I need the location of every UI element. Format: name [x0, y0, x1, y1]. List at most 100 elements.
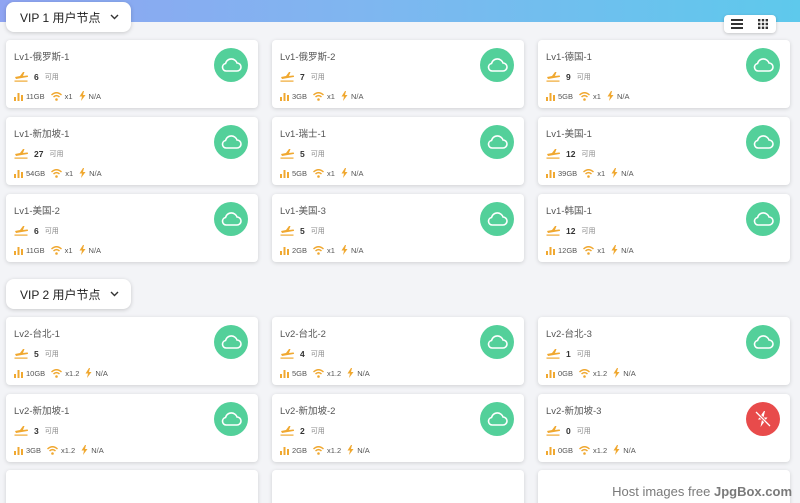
node-card[interactable]: Lv2-台北-2 4 可用 5GB x1.2 N/A [272, 317, 524, 385]
node-user-count: 5 [300, 148, 305, 159]
node-name: Lv1-俄罗斯-2 [280, 52, 336, 63]
node-traffic: 2GB [292, 445, 308, 455]
stat-speed: N/A [611, 245, 634, 255]
node-user-count: 6 [34, 225, 39, 236]
node-card[interactable]: Lv1-新加坡-1 27 可用 54GB x1 N/A [6, 117, 258, 185]
node-name: Lv1-瑞士-1 [280, 129, 326, 140]
status-online-button[interactable] [746, 125, 780, 159]
bolt-icon [347, 368, 357, 378]
section-header-vip2[interactable]: VIP 2 用户节点 [6, 279, 132, 309]
status-online-button[interactable] [480, 402, 514, 436]
status-online-button[interactable] [214, 325, 248, 359]
node-user-count: 12 [566, 148, 576, 159]
node-name: Lv2-新加坡-3 [546, 406, 602, 417]
bar-chart-icon [546, 246, 558, 255]
stat-traffic: 5GB [546, 92, 573, 101]
plane-icon [546, 71, 561, 82]
node-card[interactable]: Lv1-美国-3 5 可用 2GB x1 N/A [272, 194, 524, 262]
node-card[interactable]: Lv1-德国-1 9 可用 5GB x1 N/A [538, 40, 790, 108]
available-label: 可用 [44, 227, 59, 235]
node-ratio: x1.2 [65, 368, 80, 378]
node-card[interactable]: Lv1-俄罗斯-1 6 可用 11GB x1 N/A [6, 40, 258, 108]
wifi-icon [47, 445, 61, 455]
grid-view-button[interactable] [755, 18, 771, 30]
stat-traffic: 5GB [280, 169, 307, 178]
plane-icon [14, 348, 29, 359]
stat-traffic: 5GB [280, 369, 307, 378]
node-card[interactable]: Lv2-新加坡-1 3 可用 3GB x1.2 N/A [6, 394, 258, 462]
node-speed: N/A [623, 445, 636, 455]
wifi-icon [313, 368, 327, 378]
section-header-vip1[interactable]: VIP 1 用户节点 [6, 2, 132, 32]
node-card[interactable]: Lv1-美国-2 6 可用 11GB x1 N/A [6, 194, 258, 262]
plane-icon [280, 225, 295, 236]
cloud-icon [752, 57, 774, 73]
stat-traffic: 39GB [546, 169, 577, 178]
cloud-icon [752, 211, 774, 227]
node-card[interactable]: Lv1-韩国-1 12 可用 12GB x1 N/A [538, 194, 790, 262]
list-view-button[interactable] [729, 18, 745, 30]
node-speed: N/A [88, 91, 102, 101]
status-online-button[interactable] [746, 202, 780, 236]
stat-speed: N/A [341, 168, 363, 178]
stat-speed: N/A [341, 91, 363, 101]
bolt-icon [341, 245, 351, 255]
plane-icon [546, 225, 561, 236]
status-online-button[interactable] [480, 325, 514, 359]
cloud-icon [752, 134, 774, 150]
stat-ratio: x1 [50, 92, 73, 101]
node-card[interactable]: Lv1-瑞士-1 5 可用 5GB x1 N/A [272, 117, 524, 185]
node-card-partial[interactable] [6, 470, 258, 503]
node-name: Lv2-台北-3 [546, 329, 592, 340]
cloud-icon [486, 411, 508, 427]
available-label: 可用 [310, 227, 325, 235]
node-card[interactable]: Lv1-俄罗斯-2 7 可用 3GB x1 N/A [272, 40, 524, 108]
status-online-button[interactable] [746, 325, 780, 359]
status-offline-button[interactable] [746, 402, 780, 436]
available-label: 可用 [576, 73, 591, 81]
available-label: 可用 [576, 350, 591, 358]
node-ratio: x1.2 [327, 445, 342, 455]
node-ratio: x1 [327, 168, 335, 178]
status-online-button[interactable] [214, 48, 248, 82]
node-card-partial[interactable] [272, 470, 524, 503]
chevron-down-icon [110, 288, 119, 300]
node-speed: N/A [95, 368, 108, 378]
stat-speed: N/A [347, 445, 370, 455]
node-card[interactable]: Lv2-台北-1 5 可用 10GB x1.2 N/A [6, 317, 258, 385]
node-card[interactable]: Lv2-台北-3 1 可用 0GB x1.2 N/A [538, 317, 790, 385]
wifi-icon [313, 168, 327, 178]
bolt-icon [79, 245, 89, 255]
node-card[interactable]: Lv2-新加坡-2 2 可用 2GB x1.2 N/A [272, 394, 524, 462]
available-label: 可用 [49, 150, 64, 158]
flash-off-icon [755, 410, 771, 428]
node-card[interactable]: Lv2-新加坡-3 0 可用 0GB x1.2 N/A [538, 394, 790, 462]
node-traffic: 54GB [26, 168, 46, 178]
watermark-brand: JpgBox.com [713, 484, 792, 499]
node-card[interactable]: Lv1-美国-1 12 可用 39GB x1 N/A [538, 117, 790, 185]
section-title: VIP 1 用户节点 [20, 10, 101, 25]
bar-chart-icon [14, 169, 26, 178]
stat-ratio: x1.2 [579, 446, 607, 455]
status-online-button[interactable] [214, 125, 248, 159]
node-name: Lv1-美国-1 [546, 129, 592, 140]
status-online-button[interactable] [480, 48, 514, 82]
status-online-button[interactable] [480, 125, 514, 159]
available-label: 可用 [310, 427, 325, 435]
bolt-icon [79, 91, 89, 101]
node-speed: N/A [616, 91, 630, 101]
cloud-icon [486, 57, 508, 73]
status-online-button[interactable] [214, 202, 248, 236]
status-online-button[interactable] [214, 402, 248, 436]
node-traffic: 11GB [26, 91, 45, 101]
status-online-button[interactable] [746, 48, 780, 82]
bolt-icon [613, 368, 623, 378]
status-online-button[interactable] [480, 202, 514, 236]
bolt-icon [341, 91, 351, 101]
bolt-icon [611, 245, 621, 255]
stat-ratio: x1 [313, 169, 335, 178]
wifi-icon [583, 245, 597, 255]
stat-traffic: 12GB [546, 246, 577, 255]
node-name: Lv2-新加坡-2 [280, 406, 336, 417]
node-ratio: x1.2 [593, 368, 608, 378]
